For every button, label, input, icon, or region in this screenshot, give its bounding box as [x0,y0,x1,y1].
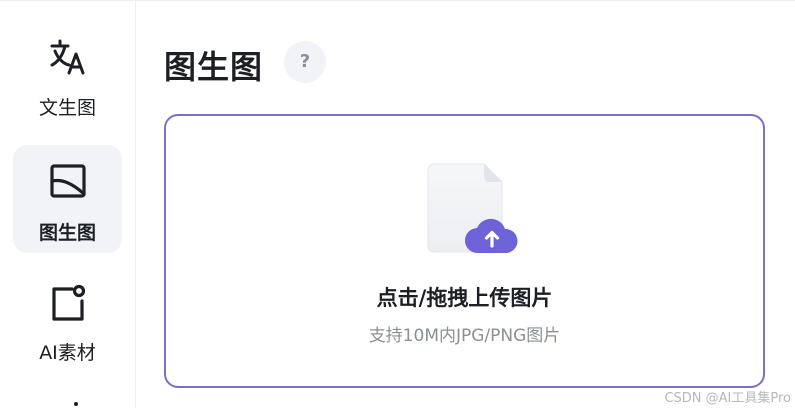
image-frame-icon [49,164,86,198]
upload-dropzone[interactable]: 点击/拖拽上传图片 支持10M内JPG/PNG图片 [164,114,765,388]
page-title: 图生图 [164,48,264,86]
sidebar-item-label: 文生图 [38,97,96,119]
material-icon [51,284,85,321]
sidebar: 文生图 图生图 AI素材 [0,1,136,408]
upload-title: 点击/拖拽上传图片 [376,286,553,310]
app-window: 文生图 图生图 AI素材 图生图 ? 点击/拖拽上传图片 支持10M内JPG/P… [0,0,795,408]
sidebar-item-label: 图生图 [38,222,96,244]
upload-hint: 支持10M内JPG/PNG图片 [368,326,561,346]
sidebar-item-image-to-image[interactable]: 图生图 [13,145,122,253]
sidebar-more-indicator [74,402,78,406]
sidebar-item-label: AI素材 [39,342,96,364]
sidebar-item-ai-material[interactable]: AI素材 [13,269,122,377]
translate-icon [50,39,84,75]
help-button[interactable]: ? [284,41,326,83]
upload-file-icon [427,163,518,254]
sidebar-item-text-to-image[interactable]: 文生图 [13,27,122,135]
watermark: CSDN @AI工具集Pro [664,391,791,406]
